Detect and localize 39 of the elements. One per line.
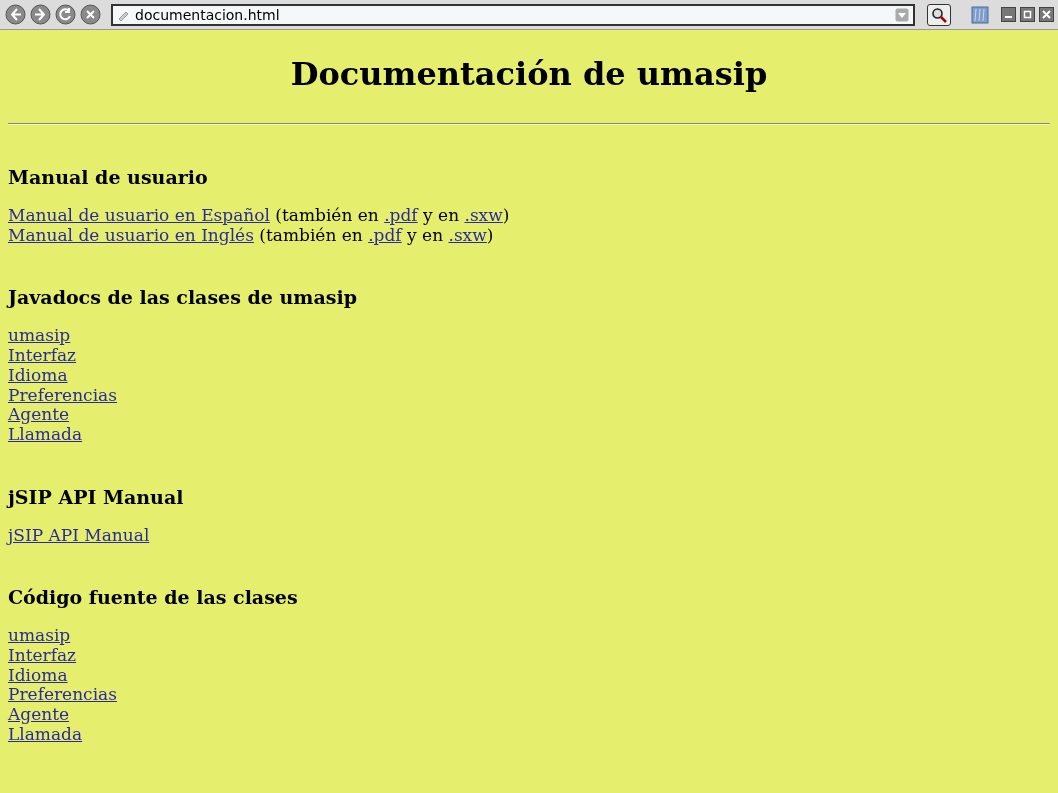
- section-heading: Javadocs de las clases de umasip: [8, 286, 358, 309]
- window-icon[interactable]: [971, 5, 989, 24]
- document-link[interactable]: Interfaz: [8, 645, 77, 666]
- manual-entry: Manual de usuario en Inglés (también en .pdf y en .sxw): [8, 225, 495, 246]
- document-link[interactable]: Interfaz: [8, 345, 77, 366]
- forward-icon[interactable]: [30, 4, 51, 25]
- search-icon: [931, 6, 947, 23]
- document-link[interactable]: Agente: [8, 404, 70, 425]
- maximize-icon: [1023, 10, 1032, 19]
- document-link[interactable]: Idioma: [8, 664, 68, 685]
- document-link[interactable]: umasip: [8, 325, 71, 346]
- page-title: Documentación de umasip: [289, 55, 769, 93]
- document-link[interactable]: Manual de usuario en Inglés: [8, 224, 254, 245]
- close-button[interactable]: [1039, 7, 1054, 22]
- search-button[interactable]: [927, 3, 951, 26]
- document-link[interactable]: Manual de usuario en Español: [8, 205, 270, 225]
- document-link[interactable]: .pdf: [368, 224, 402, 245]
- manual-entry: Manual de usuario en Español (también en .pdf y en .sxw): [8, 206, 511, 226]
- reload-icon[interactable]: [55, 4, 76, 25]
- address-field[interactable]: documentacion.html: [111, 3, 915, 26]
- stop-icon[interactable]: [80, 4, 101, 25]
- section-heading: jSIP API Manual: [8, 485, 185, 508]
- maximize-button[interactable]: [1020, 7, 1035, 22]
- document-link[interactable]: .sxw: [464, 205, 503, 225]
- document-link[interactable]: .pdf: [384, 205, 418, 225]
- document-link[interactable]: jSIP API Manual: [8, 524, 150, 545]
- document-link[interactable]: Agente: [8, 704, 70, 725]
- close-icon: [1042, 10, 1051, 19]
- document-link[interactable]: Idioma: [8, 364, 68, 385]
- document-link[interactable]: Preferencias: [8, 684, 117, 705]
- back-icon[interactable]: [5, 4, 26, 25]
- section-heading: Código fuente de las clases: [8, 586, 299, 609]
- document-link[interactable]: .sxw: [448, 224, 487, 245]
- document-link[interactable]: umasip: [8, 625, 71, 646]
- document-link[interactable]: Preferencias: [8, 384, 117, 405]
- section-heading: Manual de usuario: [8, 166, 209, 188]
- minimize-button[interactable]: [1001, 7, 1016, 22]
- document-link[interactable]: Llamada: [8, 423, 83, 444]
- document-link[interactable]: Llamada: [8, 723, 83, 744]
